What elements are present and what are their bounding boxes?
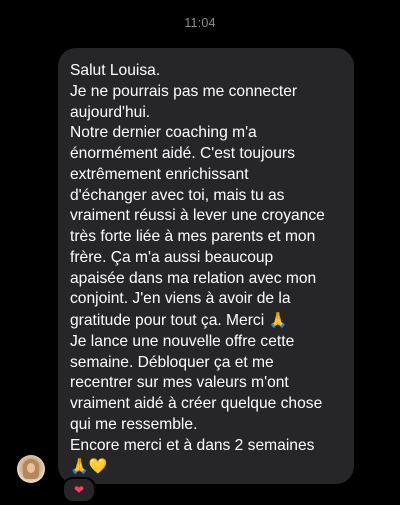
- avatar-face: [27, 463, 35, 473]
- message-line-with-emoji: gratitude pour tout ça. Merci 🙏: [70, 310, 342, 332]
- message-line: très forte liée à mes parents et mon: [70, 228, 316, 245]
- message-line: énormément aidé. C'est toujours: [70, 145, 295, 162]
- message-line: Encore merci et à dans 2 semaines: [70, 436, 315, 454]
- folded-hands-icon: 🙏: [268, 311, 288, 329]
- red-heart-icon: ❤: [73, 483, 85, 497]
- reaction-badge[interactable]: ❤: [62, 477, 96, 503]
- yellow-heart-icon: 💛: [88, 457, 108, 476]
- message-line-text: gratitude pour tout ça. Merci: [70, 312, 265, 329]
- message-line: Je lance une nouvelle offre cette: [70, 332, 295, 350]
- message-line: apaisée dans ma relation avec mon: [70, 269, 317, 287]
- message-line: extrêmement enrichissant: [70, 165, 249, 183]
- message-line: vraiment réussi à lever une croyance: [70, 207, 325, 225]
- avatar[interactable]: [17, 455, 45, 483]
- message-line: semaine. Débloquer ça et me: [70, 353, 274, 371]
- message-line: frère. Ça m'a aussi beaucoup: [70, 248, 274, 266]
- message-emoji-line: 🙏💛: [70, 456, 342, 478]
- message-line: aujourd'hui.: [70, 103, 151, 121]
- message-line: recentrer sur mes valeurs m'ont: [70, 374, 289, 392]
- timestamp: 11:04: [184, 16, 216, 30]
- message-bubble[interactable]: Salut Louisa. Je ne pourrais pas me conn…: [58, 48, 354, 484]
- folded-hands-icon: 🙏: [70, 457, 89, 476]
- message-line: Je ne pourrais pas me connecter: [70, 82, 298, 100]
- message-line: conjoint. J'en viens à avoir de la: [70, 290, 291, 308]
- message-line: vraiment aidé à créer quelque chose: [70, 395, 323, 412]
- message-line: Salut Louisa.: [70, 62, 161, 79]
- message-line: qui me ressemble.: [70, 415, 198, 433]
- message-line: d'échanger avec toi, mais tu as: [70, 186, 285, 204]
- message-line: Notre dernier coaching m'a: [70, 124, 257, 142]
